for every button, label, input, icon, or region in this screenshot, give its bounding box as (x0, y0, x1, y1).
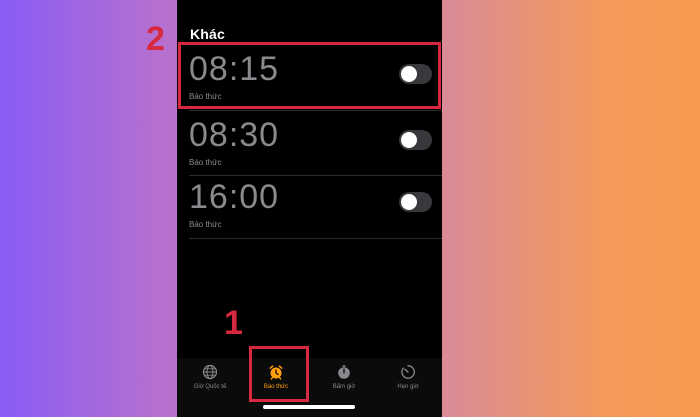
annotation-number-2: 2 (146, 20, 165, 58)
alarm-time: 08:30 (189, 116, 280, 154)
stopwatch-icon (338, 365, 350, 379)
tab-timer[interactable]: Hẹn giờ (380, 364, 436, 390)
toggle-knob (401, 132, 417, 148)
alarm-toggle[interactable] (399, 130, 432, 150)
home-indicator (263, 405, 355, 409)
alarm-label: Báo thức (189, 158, 222, 167)
tab-stopwatch[interactable]: Bấm giờ (316, 364, 372, 390)
annotation-box-alarm-tab (249, 346, 309, 402)
section-title: Khác (190, 26, 226, 42)
globe-icon (202, 364, 218, 380)
tab-label: Bấm giờ (332, 384, 356, 390)
alarm-label: Báo thức (189, 220, 222, 229)
annotation-number-1: 1 (224, 304, 243, 342)
toggle-knob (401, 194, 417, 210)
alarm-row[interactable]: 16:00 Báo thức (177, 172, 442, 236)
tab-label: Giờ Quốc tế (193, 384, 227, 390)
alarm-time: 16:00 (189, 178, 280, 216)
timer-icon (401, 365, 415, 379)
row-divider (189, 238, 442, 239)
alarm-toggle[interactable] (399, 192, 432, 212)
annotation-box-alarm (178, 42, 441, 109)
tab-label: Hẹn giờ (397, 384, 419, 390)
alarm-row[interactable]: 08:30 Báo thức (177, 110, 442, 174)
tab-world-clock[interactable]: Giờ Quốc tế (182, 364, 238, 390)
